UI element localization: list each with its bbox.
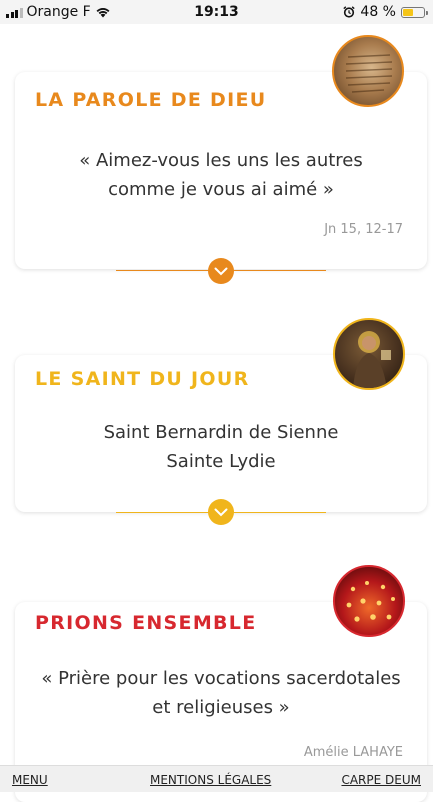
saint-portrait-thumbnail (333, 318, 405, 390)
wifi-icon (96, 8, 110, 18)
card-reference: Jn 15, 12-17 (324, 222, 403, 237)
quote-line-2: comme je vous ai aimé » (108, 179, 334, 200)
carpe-deum-link[interactable]: CARPE DEUM (341, 773, 421, 787)
status-bar: Orange F 19:13 48 % (0, 0, 433, 24)
mentions-legales-link[interactable]: MENTIONS LÉGALES (150, 773, 271, 787)
candles-thumbnail (333, 565, 405, 637)
card-title: LE SAINT DU JOUR (35, 368, 250, 390)
chevron-down-icon (214, 267, 228, 275)
chevron-down-icon (214, 508, 228, 516)
status-right: 48 % (343, 4, 428, 20)
expand-chevron-button[interactable] (208, 499, 234, 525)
card-title: LA PAROLE DE DIEU (35, 89, 267, 111)
saint-line-1: Saint Bernardin de Sienne (103, 422, 339, 443)
saint-line-2: Sainte Lydie (166, 451, 276, 472)
menu-link[interactable]: MENU (12, 773, 48, 787)
bottom-bar: MENU MENTIONS LÉGALES CARPE DEUM (0, 765, 433, 792)
bible-scroll-thumbnail (332, 35, 404, 107)
quote-line-1: « Aimez-vous les uns les autres (79, 150, 363, 171)
battery-icon (401, 6, 428, 18)
prayer-line-1: « Prière pour les vocations sacerdotales (41, 668, 401, 689)
card-saints: Saint Bernardin de Sienne Sainte Lydie (15, 418, 427, 476)
carrier-label: Orange F (26, 4, 91, 20)
card-title: PRIONS ENSEMBLE (35, 612, 257, 634)
card-prayer: « Prière pour les vocations sacerdotales… (15, 664, 427, 722)
expand-chevron-button[interactable] (208, 258, 234, 284)
prayer-line-2: et religieuses » (152, 697, 290, 718)
alarm-icon (343, 6, 356, 18)
card-quote: « Aimez-vous les uns les autres comme je… (15, 146, 427, 204)
battery-percent: 48 % (360, 4, 396, 20)
status-left: Orange F (6, 4, 111, 20)
card-author: Amélie LAHAYE (303, 745, 403, 760)
signal-icon (6, 7, 23, 18)
